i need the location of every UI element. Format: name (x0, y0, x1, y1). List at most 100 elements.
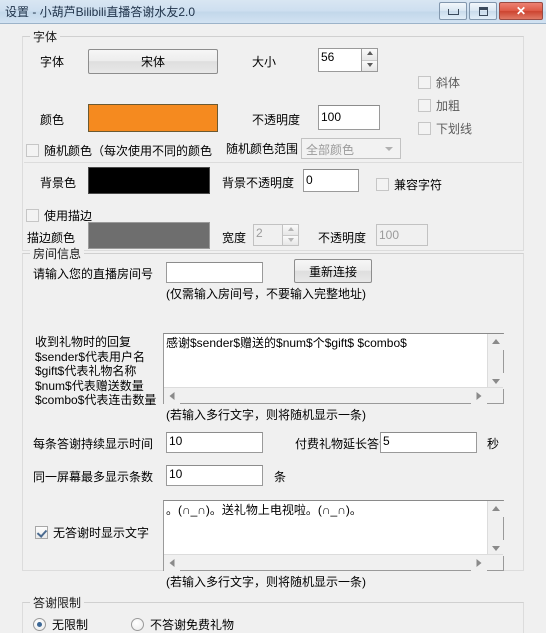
idle-text-textarea[interactable]: 。(∩_∩)。送礼物上电视啦。(∩_∩)。 (163, 500, 504, 571)
scroll-up-button[interactable] (488, 334, 504, 350)
stroke-width-spin-down[interactable] (283, 235, 298, 245)
reconnect-button[interactable]: 重新连接 (294, 259, 372, 283)
stroke-width-spinner[interactable]: 2 (253, 224, 299, 246)
font-select-button[interactable]: 宋体 (88, 49, 218, 74)
client-area: 字体 字体 宋体 大小 56 斜体 加粗 下划线 颜色 不透明度 100 随机颜… (0, 24, 546, 633)
stroke-opacity-input[interactable]: 100 (376, 224, 428, 246)
compat-char-label: 兼容字符 (394, 178, 443, 192)
gift-reply-label: 收到礼物时的回复 $sender$代表用户名 $gift$代表礼物名称 $num… (35, 335, 157, 407)
use-stroke-label: 使用描边 (44, 209, 93, 223)
idle-text-checkbox[interactable]: 无答谢时显示文字 (35, 524, 149, 541)
radio-no-free-gift-label: 不答谢免费礼物 (150, 618, 235, 632)
limit-groupbox: 答谢限制 (22, 594, 524, 633)
font-color-swatch[interactable] (88, 104, 218, 132)
size-spin-down[interactable] (362, 60, 377, 71)
max-lines-input[interactable]: 10 (166, 465, 263, 486)
underline-checkbox[interactable]: 下划线 (418, 120, 472, 137)
minimize-icon (448, 9, 459, 15)
scroll-right-button[interactable] (471, 555, 487, 571)
idle-text-vscrollbar[interactable] (487, 501, 504, 556)
bold-checkbox-box[interactable] (418, 99, 431, 112)
color-label: 颜色 (40, 113, 65, 127)
random-color-checkbox[interactable]: 随机颜色（每次使用不同的颜色 (26, 142, 212, 159)
radio-no-limit[interactable]: 无限制 (33, 616, 88, 633)
scroll-left-button[interactable] (164, 388, 180, 404)
compat-char-checkbox[interactable]: 兼容字符 (376, 176, 442, 193)
room-id-label: 请输入您的直播房间号 (33, 267, 154, 281)
font-label: 字体 (40, 55, 65, 69)
radio-no-limit-dot[interactable] (33, 618, 46, 631)
room-hint: (仅需输入房间号，不要输入完整地址) (166, 287, 366, 301)
duration-input[interactable]: 10 (166, 432, 263, 453)
random-color-label: 随机颜色（每次使用不同的颜色 (44, 144, 213, 158)
size-label: 大小 (252, 55, 277, 69)
compat-char-checkbox-box[interactable] (376, 178, 389, 191)
arrow-down-icon (492, 379, 500, 384)
use-stroke-checkbox-box[interactable] (26, 209, 39, 222)
random-range-label: 随机颜色范围 (226, 142, 299, 156)
duration-label: 每条答谢持续显示时间 (33, 437, 154, 451)
lines-unit: 条 (274, 470, 287, 484)
maximize-button[interactable] (469, 2, 497, 20)
gift-reply-textarea[interactable]: 感谢$sender$赠送的$num$个$gift$ $combo$ (163, 333, 504, 404)
scroll-left-button[interactable] (164, 555, 180, 571)
background-opacity-input[interactable]: 0 (303, 169, 359, 192)
arrow-right-icon (476, 392, 482, 400)
italic-checkbox-box[interactable] (418, 76, 431, 89)
size-spin-up[interactable] (362, 49, 377, 60)
font-opacity-input[interactable]: 100 (318, 105, 380, 130)
underline-checkbox-box[interactable] (418, 122, 431, 135)
stroke-color-swatch[interactable] (88, 222, 210, 249)
font-group-title: 字体 (30, 28, 61, 45)
random-range-select[interactable]: 全部颜色 (301, 138, 401, 159)
size-spinner-buttons[interactable] (362, 48, 378, 72)
random-color-checkbox-box[interactable] (26, 144, 39, 157)
scroll-up-button[interactable] (488, 501, 504, 517)
stroke-color-label: 描边颜色 (27, 231, 76, 245)
stroke-width-spinner-buttons[interactable] (283, 224, 299, 246)
arrow-left-icon (169, 559, 175, 567)
stroke-width-spin-up[interactable] (283, 225, 298, 235)
room-group-title: 房间信息 (30, 245, 85, 262)
idle-text-value: 。(∩_∩)。送礼物上电视啦。(∩_∩)。 (166, 503, 362, 517)
max-lines-label: 同一屏幕最多显示条数 (33, 470, 154, 484)
italic-label: 斜体 (436, 76, 461, 90)
chevron-up-icon (366, 51, 373, 55)
seconds-unit: 秒 (487, 437, 500, 451)
title-bar: 设置 - 小葫芦Bilibili直播答谢水友2.0 ✕ (0, 0, 546, 24)
bg-opacity-label: 背景不透明度 (222, 176, 295, 190)
stroke-width-input[interactable]: 2 (253, 224, 283, 246)
background-color-swatch[interactable] (88, 167, 210, 194)
arrow-down-icon (492, 546, 500, 551)
bg-color-label: 背景色 (40, 176, 77, 190)
arrow-right-icon (476, 559, 482, 567)
minimize-button[interactable] (439, 2, 467, 20)
divider (24, 162, 522, 163)
radio-no-free-gift[interactable]: 不答谢免费礼物 (131, 616, 234, 633)
settings-window: 设置 - 小葫芦Bilibili直播答谢水友2.0 ✕ 字体 字体 宋体 大小 … (0, 0, 546, 633)
chevron-down-icon (366, 63, 373, 67)
opacity-label: 不透明度 (252, 113, 301, 127)
gift-reply-hscrollbar[interactable] (164, 387, 503, 404)
size-input[interactable]: 56 (318, 48, 362, 72)
radio-no-free-gift-dot[interactable] (131, 618, 144, 631)
idle-text-checkbox-box[interactable] (35, 526, 48, 539)
paid-extend-input[interactable]: 5 (380, 432, 477, 453)
close-button[interactable]: ✕ (499, 2, 543, 20)
idle-text-hscrollbar[interactable] (164, 554, 503, 571)
bold-label: 加粗 (436, 99, 461, 113)
gift-reply-value: 感谢$sender$赠送的$num$个$gift$ $combo$ (166, 336, 407, 350)
use-stroke-checkbox[interactable]: 使用描边 (26, 207, 92, 224)
italic-checkbox[interactable]: 斜体 (418, 74, 460, 91)
size-spinner[interactable]: 56 (318, 48, 378, 72)
scroll-right-button[interactable] (471, 388, 487, 404)
limit-group-title: 答谢限制 (30, 594, 85, 611)
chevron-up-icon (287, 227, 294, 231)
underline-label: 下划线 (436, 122, 473, 136)
room-id-input[interactable] (166, 262, 263, 283)
idle-text-hint: (若输入多行文字，则将随机显示一条) (166, 575, 366, 589)
chevron-down-icon (287, 238, 294, 242)
paid-extend-label: 付费礼物延长答谢 (295, 437, 392, 451)
gift-reply-vscrollbar[interactable] (487, 334, 504, 389)
bold-checkbox[interactable]: 加粗 (418, 97, 460, 114)
